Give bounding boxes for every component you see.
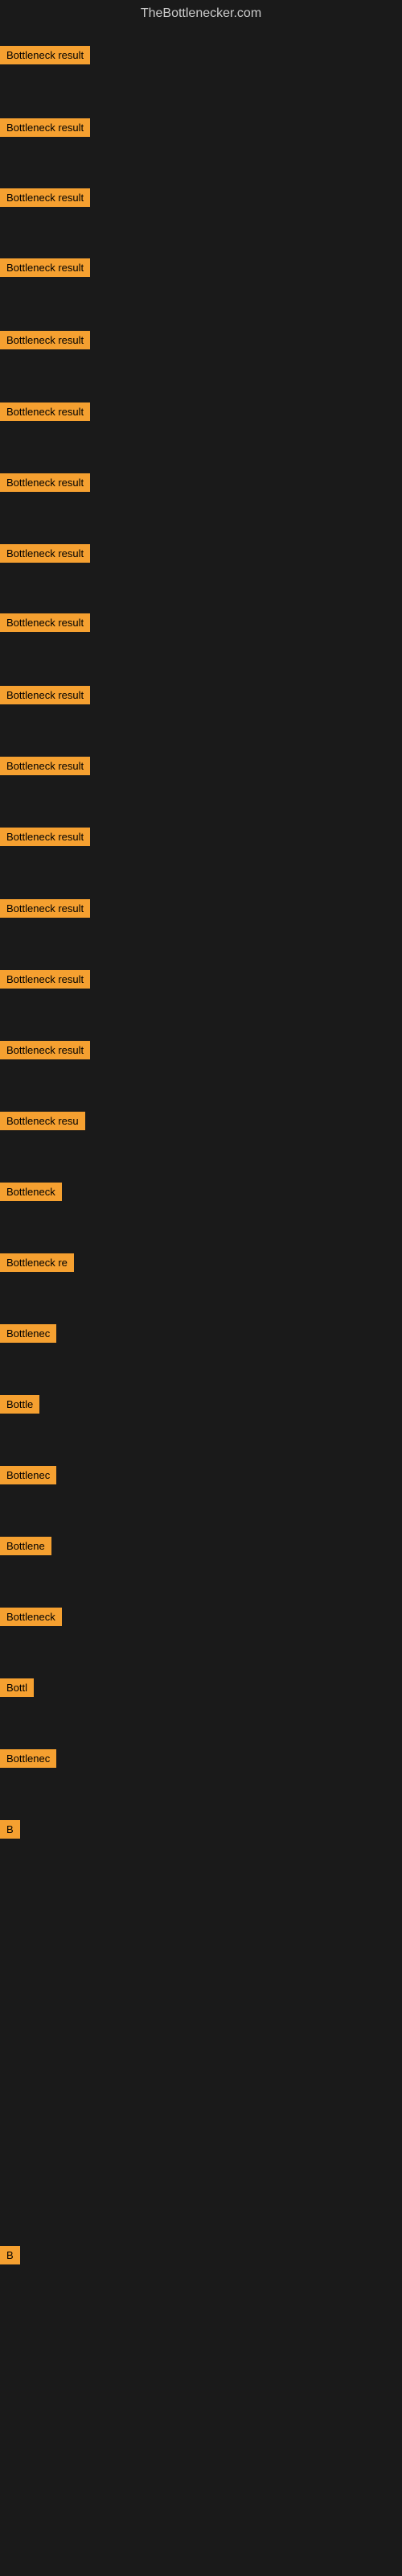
bottleneck-badge: Bottleneck bbox=[0, 1183, 62, 1201]
bottleneck-item[interactable]: B bbox=[0, 2246, 20, 2264]
bottleneck-item[interactable]: Bottleneck result bbox=[0, 402, 90, 421]
bottleneck-badge: Bottlenec bbox=[0, 1324, 56, 1343]
bottleneck-item[interactable]: Bottl bbox=[0, 1678, 34, 1697]
bottleneck-badge: Bottleneck result bbox=[0, 258, 90, 277]
bottleneck-badge: Bottlene bbox=[0, 1537, 51, 1555]
bottleneck-item[interactable]: Bottleneck result bbox=[0, 46, 90, 64]
bottleneck-item[interactable]: Bottlenec bbox=[0, 1466, 56, 1484]
bottleneck-badge: B bbox=[0, 1820, 20, 1839]
bottleneck-badge: Bottleneck result bbox=[0, 402, 90, 421]
bottleneck-badge: Bottleneck result bbox=[0, 757, 90, 775]
bottleneck-item[interactable]: Bottleneck result bbox=[0, 613, 90, 632]
site-title: TheBottlenecker.com bbox=[0, 0, 402, 27]
bottleneck-item[interactable]: B bbox=[0, 1820, 20, 1839]
bottleneck-badge: Bottlenec bbox=[0, 1749, 56, 1768]
bottleneck-item[interactable]: Bottleneck result bbox=[0, 899, 90, 918]
bottleneck-item[interactable]: Bottle bbox=[0, 1395, 39, 1414]
bottleneck-badge: Bottleneck result bbox=[0, 544, 90, 563]
bottleneck-item[interactable]: Bottleneck bbox=[0, 1608, 62, 1626]
bottleneck-badge: B bbox=[0, 2246, 20, 2264]
bottleneck-item[interactable]: Bottleneck result bbox=[0, 757, 90, 775]
bottleneck-badge: Bottle bbox=[0, 1395, 39, 1414]
bottleneck-badge: Bottleneck resu bbox=[0, 1112, 85, 1130]
bottleneck-badge: Bottleneck result bbox=[0, 686, 90, 704]
bottleneck-badge: Bottleneck result bbox=[0, 828, 90, 846]
bottleneck-badge: Bottlenec bbox=[0, 1466, 56, 1484]
bottleneck-badge: Bottleneck result bbox=[0, 331, 90, 349]
bottleneck-item[interactable]: Bottleneck result bbox=[0, 970, 90, 989]
bottleneck-item[interactable]: Bottleneck result bbox=[0, 686, 90, 704]
bottleneck-item[interactable]: Bottlenec bbox=[0, 1324, 56, 1343]
bottleneck-item[interactable]: Bottleneck result bbox=[0, 828, 90, 846]
bottleneck-item[interactable]: Bottleneck bbox=[0, 1183, 62, 1201]
bottleneck-item[interactable]: Bottleneck result bbox=[0, 544, 90, 563]
bottleneck-item[interactable]: Bottleneck result bbox=[0, 188, 90, 207]
bottleneck-badge: Bottleneck result bbox=[0, 899, 90, 918]
bottleneck-item[interactable]: Bottleneck result bbox=[0, 331, 90, 349]
bottleneck-badge: Bottleneck bbox=[0, 1608, 62, 1626]
bottleneck-badge: Bottleneck result bbox=[0, 46, 90, 64]
bottleneck-badge: Bottleneck result bbox=[0, 1041, 90, 1059]
bottleneck-badge: Bottleneck result bbox=[0, 970, 90, 989]
bottleneck-badge: Bottleneck result bbox=[0, 118, 90, 137]
bottleneck-item[interactable]: Bottleneck result bbox=[0, 258, 90, 277]
bottleneck-item[interactable]: Bottleneck re bbox=[0, 1253, 74, 1272]
bottleneck-item[interactable]: Bottlenec bbox=[0, 1749, 56, 1768]
bottleneck-badge: Bottleneck result bbox=[0, 613, 90, 632]
bottleneck-badge: Bottleneck result bbox=[0, 473, 90, 492]
bottleneck-item[interactable]: Bottleneck result bbox=[0, 473, 90, 492]
bottleneck-item[interactable]: Bottlene bbox=[0, 1537, 51, 1555]
bottleneck-badge: Bottl bbox=[0, 1678, 34, 1697]
bottleneck-item[interactable]: Bottleneck result bbox=[0, 1041, 90, 1059]
bottleneck-item[interactable]: Bottleneck resu bbox=[0, 1112, 85, 1130]
bottleneck-item[interactable]: Bottleneck result bbox=[0, 118, 90, 137]
bottleneck-badge: Bottleneck result bbox=[0, 188, 90, 207]
bottleneck-badge: Bottleneck re bbox=[0, 1253, 74, 1272]
